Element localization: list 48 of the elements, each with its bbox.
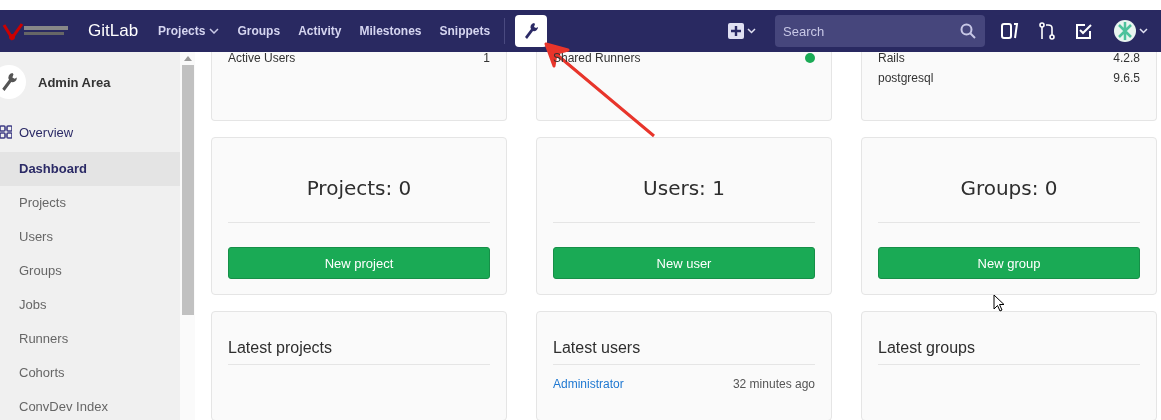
new-button[interactable]: New group <box>878 247 1140 279</box>
brand-name[interactable]: GitLab <box>88 21 139 41</box>
admin-area-button[interactable] <box>515 15 548 47</box>
sidebar-section[interactable]: Overview <box>0 112 180 152</box>
new-button[interactable]: New user <box>553 247 815 279</box>
search-icon <box>960 23 976 39</box>
latest-title: Latest users <box>553 312 815 365</box>
latest-title: Latest projects <box>228 312 490 365</box>
nav-link[interactable]: Groups <box>237 24 281 38</box>
grid-icon <box>0 125 12 139</box>
sidebar-title: Admin Area <box>38 74 111 90</box>
nav-link[interactable]: Milestones <box>359 24 422 38</box>
scroll-thumb[interactable] <box>181 65 194 315</box>
caret-icon <box>209 28 220 34</box>
time-ago: 32 minutes ago <box>732 377 815 391</box>
wrench-icon <box>0 65 26 99</box>
scrollbar[interactable] <box>180 52 195 420</box>
new-item-icon[interactable] <box>727 22 757 40</box>
info-label: Rails <box>878 51 905 65</box>
sidebar-item[interactable]: Groups <box>0 254 180 288</box>
sidebar-item[interactable]: Cohorts <box>0 356 180 390</box>
info-value: 4.2.8 <box>1113 51 1140 65</box>
sidebar-item[interactable]: Projects <box>0 186 180 220</box>
todo-icon[interactable] <box>1075 22 1093 40</box>
user-link[interactable]: Administrator <box>553 377 624 391</box>
sidebar-item[interactable]: ConvDev Index <box>0 390 180 420</box>
wrench-icon <box>523 22 540 40</box>
sidebar-item[interactable]: Users <box>0 220 180 254</box>
nav-link[interactable]: Projects <box>158 24 220 38</box>
stat-title: Projects: 0 <box>228 138 490 223</box>
sidebar-item[interactable]: Jobs <box>0 288 180 322</box>
new-button[interactable]: New project <box>228 247 490 279</box>
stat-title: Groups: 0 <box>878 138 1140 223</box>
sidebar-item[interactable]: Runners <box>0 322 180 356</box>
info-label: postgresql <box>878 71 934 85</box>
sidebar-item[interactable]: Dashboard <box>0 152 180 186</box>
scroll-up-icon[interactable] <box>183 56 192 61</box>
sidebar-toggle-icon[interactable] <box>1001 22 1019 40</box>
search-field[interactable]: Search <box>775 15 985 47</box>
latest-title: Latest groups <box>878 312 1140 365</box>
info-label: Active Users <box>228 51 296 65</box>
merge-request-icon[interactable] <box>1039 22 1055 40</box>
info-value: 1 <box>483 51 490 65</box>
nav-link[interactable]: Snippets <box>439 24 491 38</box>
avatar-icon[interactable] <box>1113 19 1149 43</box>
nav-link[interactable]: Activity <box>298 24 342 38</box>
info-value: 9.6.5 <box>1113 71 1140 85</box>
stat-title: Users: 1 <box>553 138 815 223</box>
